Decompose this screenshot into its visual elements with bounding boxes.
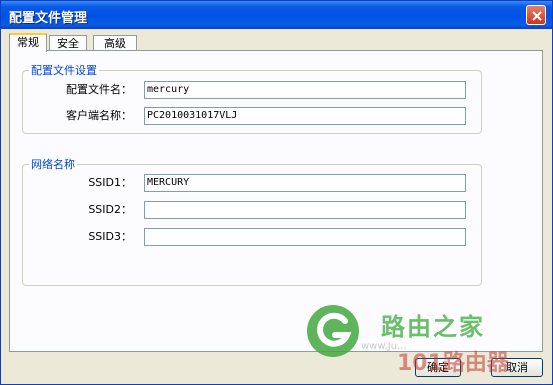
profile-name-field[interactable]: mercury <box>144 81 466 99</box>
close-button[interactable] <box>526 5 546 25</box>
ssid2-label: SSID2： <box>88 203 132 216</box>
profile-name-label: 配置文件名： <box>66 83 132 96</box>
close-icon <box>532 11 542 21</box>
watermark-site: 101路由器 <box>397 351 509 376</box>
network-name-legend: 网络名称 <box>31 158 75 171</box>
client-name-field[interactable]: PC2010031017VLJ <box>144 107 466 125</box>
ssid1-field[interactable]: MERCURY <box>144 174 466 192</box>
tab-security[interactable]: 安全 <box>49 35 87 51</box>
watermark-brand: 路由之家 <box>381 313 485 341</box>
dialog-window: 配置文件管理 常规 安全 高级 配置文件设置 配置文件名： mercury 客户… <box>0 0 553 385</box>
profile-settings-legend: 配置文件设置 <box>31 64 97 77</box>
window-title: 配置文件管理 <box>9 11 88 26</box>
ssid3-label: SSID3： <box>88 230 132 243</box>
tab-general[interactable]: 常规 <box>9 33 47 52</box>
ssid1-label: SSID1： <box>88 176 132 189</box>
client-name-label: 客户端名称： <box>66 109 132 122</box>
title-bar[interactable]: 配置文件管理 <box>1 1 552 29</box>
tab-advanced[interactable]: 高级 <box>93 35 137 51</box>
ssid2-field[interactable] <box>144 201 466 219</box>
watermark-url: www.Ju... <box>361 341 407 352</box>
ssid3-field[interactable] <box>144 228 466 246</box>
